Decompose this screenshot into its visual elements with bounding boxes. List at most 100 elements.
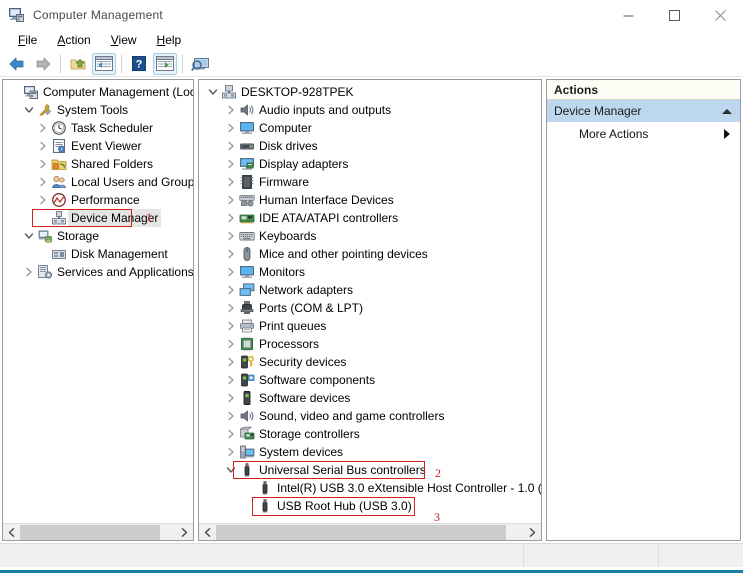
tree-item-disk-drives[interactable]: Disk drives: [199, 137, 541, 155]
tree-item-print-queues[interactable]: Print queues: [199, 317, 541, 335]
tree-item-processors[interactable]: Processors: [199, 335, 541, 353]
chevron-right-icon[interactable]: [223, 101, 239, 119]
tree-item-audio-inputs-and-outputs[interactable]: Audio inputs and outputs: [199, 101, 541, 119]
device-tree-hscrollbar[interactable]: [199, 523, 541, 540]
scroll-right-icon[interactable]: [176, 524, 193, 541]
chevron-down-icon[interactable]: [205, 83, 221, 101]
tree-item-desktop-928tpek[interactable]: DESKTOP-928TPEK: [199, 83, 541, 101]
tree-item-disk-management[interactable]: Disk Management: [3, 245, 193, 263]
chevron-right-icon[interactable]: [223, 407, 239, 425]
chevron-right-icon[interactable]: [21, 263, 37, 281]
back-button[interactable]: [5, 53, 29, 75]
chevron-right-icon[interactable]: [35, 137, 51, 155]
tree-item-intel-r-usb-3-0-extensible-host-controll[interactable]: Intel(R) USB 3.0 eXtensible Host Control…: [199, 479, 541, 497]
chevron-right-icon[interactable]: [223, 245, 239, 263]
tree-item-computer[interactable]: Computer: [199, 119, 541, 137]
tree-item-system-devices[interactable]: System devices: [199, 443, 541, 461]
show-action-pane-button[interactable]: [153, 52, 177, 75]
tree-item-storage[interactable]: Storage: [3, 227, 193, 245]
tree-item-keyboards[interactable]: Keyboards: [199, 227, 541, 245]
actions-section-device-manager[interactable]: Device Manager: [547, 100, 740, 122]
console-tree-hscrollbar[interactable]: [3, 523, 193, 540]
tree-item-usb-root-hub-usb-3-0[interactable]: USB Root Hub (USB 3.0): [199, 497, 541, 515]
hscroll-track[interactable]: [20, 523, 176, 540]
minimize-button[interactable]: [605, 0, 651, 30]
chevron-right-icon[interactable]: [724, 128, 730, 139]
hscroll-thumb[interactable]: [20, 524, 160, 540]
chevron-right-icon[interactable]: [223, 263, 239, 281]
console-tree[interactable]: Computer Management (Local System Tools Ta…: [3, 80, 193, 523]
chevron-right-icon[interactable]: [223, 227, 239, 245]
tree-item-computer-management-local[interactable]: Computer Management (Local: [3, 83, 193, 101]
event-viewer-icon: i: [51, 138, 67, 154]
tree-item-firmware[interactable]: Firmware: [199, 173, 541, 191]
menu-item-file[interactable]: File: [8, 30, 47, 51]
scroll-right-icon[interactable]: [524, 524, 541, 541]
up-one-level-button[interactable]: [66, 53, 90, 75]
chevron-right-icon[interactable]: [223, 119, 239, 137]
tree-item-storage-controllers[interactable]: Storage controllers: [199, 425, 541, 443]
actions-item-more-actions[interactable]: More Actions: [547, 122, 740, 145]
tree-item-label: Shared Folders: [71, 157, 154, 171]
tree-item-software-components[interactable]: Software components: [199, 371, 541, 389]
chevron-right-icon[interactable]: [223, 371, 239, 389]
tree-item-local-users-and-groups[interactable]: Local Users and Groups: [3, 173, 193, 191]
tree-item-security-devices[interactable]: Security devices: [199, 353, 541, 371]
tree-item-system-tools[interactable]: System Tools: [3, 101, 193, 119]
chevron-right-icon[interactable]: [35, 191, 51, 209]
tree-item-human-interface-devices[interactable]: Human Interface Devices: [199, 191, 541, 209]
tree-item-sound-video-and-game-controllers[interactable]: Sound, video and game controllers: [199, 407, 541, 425]
tree-item-monitors[interactable]: Monitors: [199, 263, 541, 281]
chevron-right-icon[interactable]: [223, 209, 239, 227]
chevron-right-icon[interactable]: [223, 335, 239, 353]
chevron-right-icon[interactable]: [223, 173, 239, 191]
chevron-right-icon[interactable]: [35, 119, 51, 137]
chevron-down-icon[interactable]: [21, 227, 37, 245]
chevron-right-icon[interactable]: [223, 425, 239, 443]
menu-item-action[interactable]: Action: [47, 30, 100, 51]
tree-item-software-devices[interactable]: Software devices: [199, 389, 541, 407]
tree-item-display-adapters[interactable]: Display adapters: [199, 155, 541, 173]
chevron-right-icon[interactable]: [223, 299, 239, 317]
tree-item-performance[interactable]: Performance: [3, 191, 193, 209]
tree-item-universal-serial-bus-controllers[interactable]: Universal Serial Bus controllers: [199, 461, 541, 479]
menu-item-view[interactable]: View: [101, 30, 147, 51]
tree-item-ports-com-lpt[interactable]: Ports (COM & LPT): [199, 299, 541, 317]
chevron-down-icon[interactable]: [223, 461, 239, 479]
chevron-up-icon[interactable]: [722, 108, 732, 114]
scroll-left-icon[interactable]: [3, 524, 20, 541]
show-hide-console-tree-button[interactable]: [92, 52, 116, 75]
menu-item-help[interactable]: Help: [147, 30, 192, 51]
chevron-right-icon[interactable]: [35, 155, 51, 173]
usb-icon: [257, 498, 273, 514]
tree-item-device-manager[interactable]: Device Manager: [3, 209, 193, 227]
tree-item-task-scheduler[interactable]: Task Scheduler: [3, 119, 193, 137]
tree-item-event-viewer[interactable]: i Event Viewer: [3, 137, 193, 155]
chevron-right-icon[interactable]: [223, 281, 239, 299]
chevron-right-icon[interactable]: [223, 191, 239, 209]
close-button[interactable]: [697, 0, 743, 30]
tree-item-ide-ata-atapi-controllers[interactable]: IDE ATA/ATAPI controllers: [199, 209, 541, 227]
tree-item-mice-and-other-pointing-devices[interactable]: Mice and other pointing devices: [199, 245, 541, 263]
tree-item-shared-folders[interactable]: Shared Folders: [3, 155, 193, 173]
chevron-right-icon[interactable]: [223, 443, 239, 461]
chevron-right-icon[interactable]: [223, 155, 239, 173]
toolbar: ?: [0, 51, 743, 77]
tree-item-services-and-applications[interactable]: Services and Applications: [3, 263, 193, 281]
properties-button[interactable]: [188, 53, 212, 75]
scroll-left-icon[interactable]: [199, 524, 216, 541]
forward-button[interactable]: [31, 53, 55, 75]
chevron-right-icon[interactable]: [35, 173, 51, 191]
device-manager-tree[interactable]: DESKTOP-928TPEK Audio inputs and outputs C…: [199, 80, 541, 523]
help-button[interactable]: ?: [127, 53, 151, 75]
chevron-right-icon[interactable]: [223, 353, 239, 371]
hscroll-thumb[interactable]: [216, 524, 506, 540]
maximize-button[interactable]: [651, 0, 697, 30]
chevron-right-icon[interactable]: [223, 317, 239, 335]
tree-item-label: DESKTOP-928TPEK: [241, 85, 354, 99]
chevron-right-icon[interactable]: [223, 389, 239, 407]
tree-item-network-adapters[interactable]: Network adapters: [199, 281, 541, 299]
chevron-right-icon[interactable]: [223, 137, 239, 155]
hscroll-track[interactable]: [216, 523, 524, 540]
chevron-down-icon[interactable]: [21, 101, 37, 119]
